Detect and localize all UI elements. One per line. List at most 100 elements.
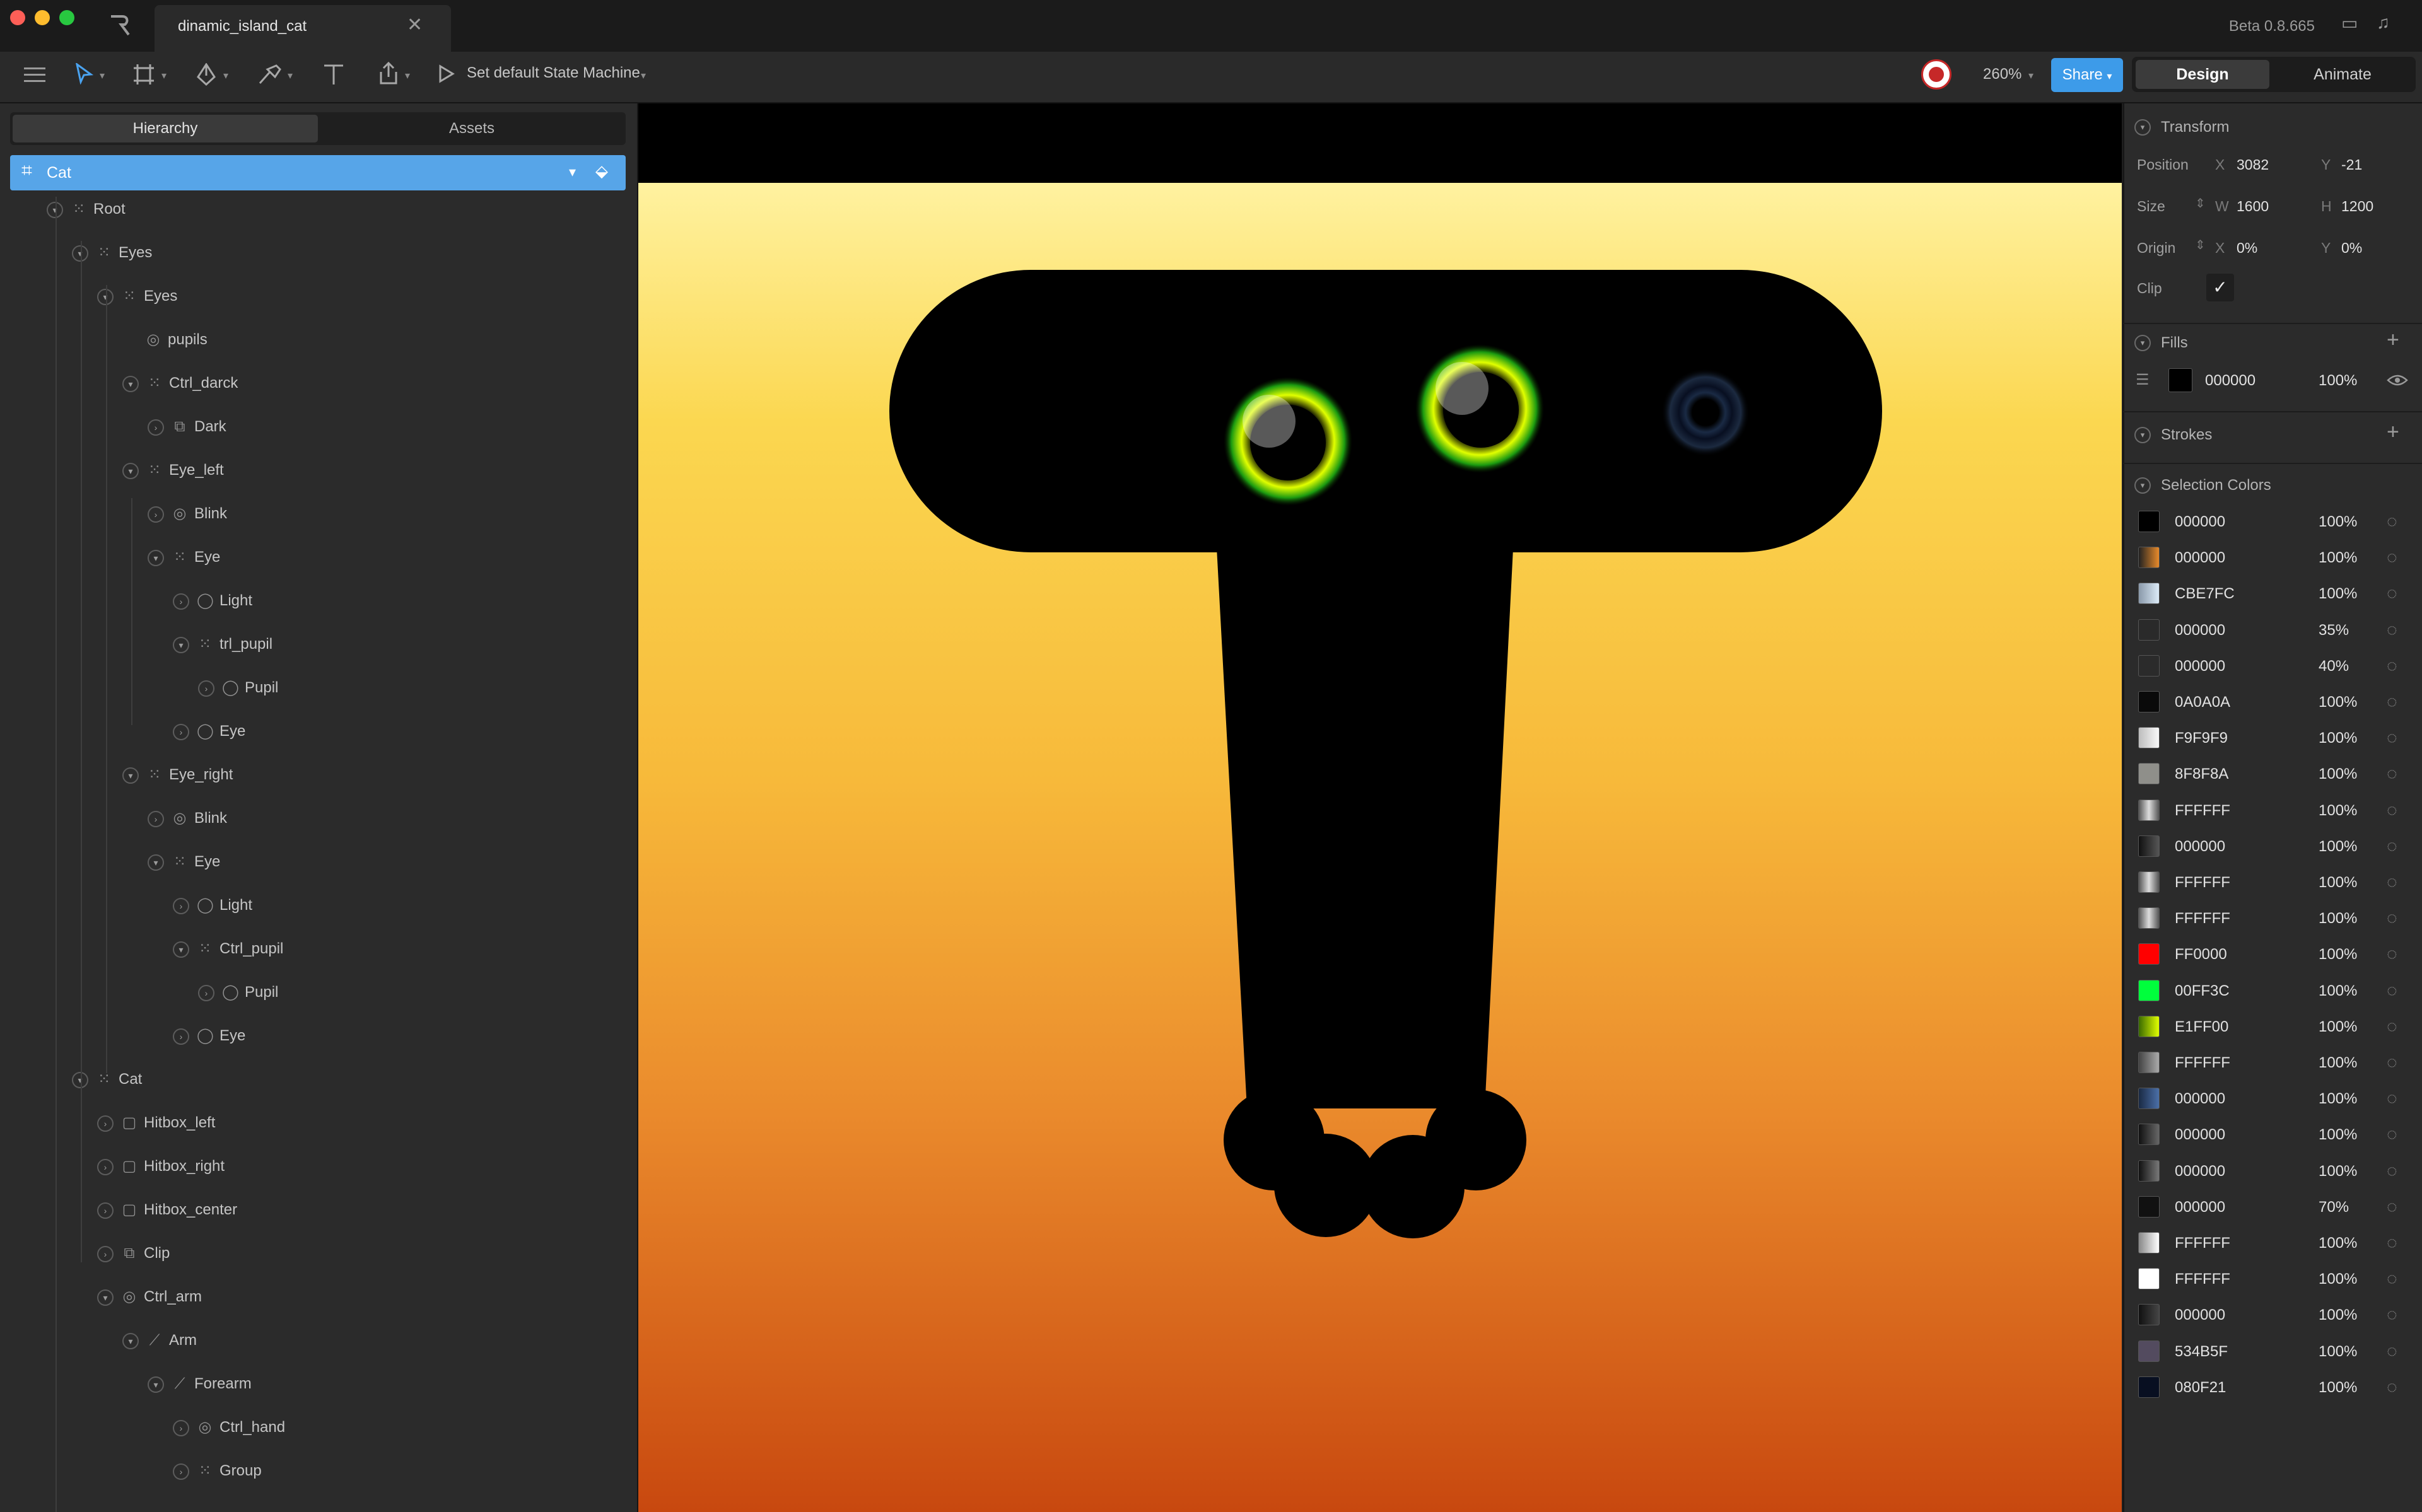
- color-swatch[interactable]: [2138, 1160, 2160, 1182]
- color-opacity[interactable]: 100%: [2319, 1306, 2357, 1324]
- selection-color-row[interactable]: FF0000 100% ◌: [2123, 936, 2422, 971]
- tab-hierarchy[interactable]: Hierarchy: [13, 115, 318, 142]
- color-opacity[interactable]: 100%: [2319, 910, 2357, 928]
- color-swatch[interactable]: [2138, 980, 2160, 1001]
- color-opacity[interactable]: 100%: [2319, 1235, 2357, 1252]
- select-color-target-icon[interactable]: ◌: [2387, 1088, 2397, 1108]
- cat-arm-shape[interactable]: [1216, 536, 1514, 1108]
- minimize-window-button[interactable]: [35, 10, 50, 25]
- close-window-button[interactable]: [10, 10, 25, 25]
- selection-color-row[interactable]: 0A0A0A 100% ◌: [2123, 683, 2422, 719]
- artboard-chevron-down-icon[interactable]: ▾: [569, 164, 576, 180]
- chevron-down-icon[interactable]: ▾: [97, 288, 114, 305]
- selection-color-row[interactable]: 000000 100% ◌: [2123, 1080, 2422, 1115]
- height-field[interactable]: 1200: [2341, 198, 2373, 215]
- color-hex[interactable]: 534B5F: [2175, 1343, 2228, 1361]
- color-swatch[interactable]: [2138, 619, 2160, 641]
- select-color-target-icon[interactable]: ◌: [2387, 1341, 2397, 1361]
- origin-x-field[interactable]: 0%: [2237, 240, 2257, 257]
- fills-collapse-icon[interactable]: ▾: [2134, 335, 2151, 351]
- chevron-right-icon[interactable]: ›: [198, 984, 214, 1001]
- chevron-down-icon[interactable]: ▾: [148, 1376, 164, 1393]
- select-color-target-icon[interactable]: ◌: [2387, 1161, 2397, 1181]
- share-button[interactable]: Share ▾: [2051, 58, 2123, 92]
- color-swatch[interactable]: [2138, 907, 2160, 929]
- color-opacity[interactable]: 100%: [2319, 1126, 2357, 1144]
- chevron-down-icon[interactable]: ▾: [72, 245, 88, 262]
- color-opacity[interactable]: 70%: [2319, 1199, 2349, 1216]
- chevron-right-icon[interactable]: ›: [97, 1245, 114, 1262]
- color-swatch[interactable]: [2138, 583, 2160, 604]
- fill-settings-icon[interactable]: ☰: [2136, 371, 2150, 389]
- artboard-tool-chevron-down-icon[interactable]: ▾: [161, 69, 167, 82]
- chevron-right-icon[interactable]: ›: [173, 593, 189, 610]
- color-hex[interactable]: 000000: [2175, 622, 2225, 639]
- select-color-target-icon[interactable]: ◌: [2387, 872, 2397, 892]
- select-color-target-icon[interactable]: ◌: [2387, 1052, 2397, 1073]
- selection-color-row[interactable]: E1FF00 100% ◌: [2123, 1008, 2422, 1044]
- color-hex[interactable]: 00FF3C: [2175, 982, 2230, 1000]
- color-opacity[interactable]: 100%: [2319, 1018, 2357, 1036]
- chevron-right-icon[interactable]: ›: [173, 723, 189, 740]
- selection-color-row[interactable]: FFFFFF 100% ◌: [2123, 1260, 2422, 1296]
- color-opacity[interactable]: 100%: [2319, 1271, 2357, 1288]
- tab-close-icon[interactable]: ✕: [407, 14, 423, 36]
- color-hex[interactable]: FFFFFF: [2175, 802, 2230, 820]
- color-hex[interactable]: E1FF00: [2175, 1018, 2228, 1036]
- position-x-field[interactable]: 3082: [2237, 156, 2269, 173]
- select-color-target-icon[interactable]: ◌: [2387, 728, 2397, 748]
- fill-swatch[interactable]: [2168, 368, 2192, 392]
- state-machine-selector[interactable]: Set default State Machine: [467, 64, 640, 82]
- color-swatch[interactable]: [2138, 727, 2160, 748]
- add-fill-button[interactable]: +: [2387, 328, 2399, 352]
- tree-row[interactable]: › ◯ Light: [173, 893, 252, 918]
- color-hex[interactable]: FFFFFF: [2175, 1235, 2230, 1252]
- tab-assets[interactable]: Assets: [319, 115, 624, 142]
- color-swatch[interactable]: [2138, 1088, 2160, 1109]
- tree-row[interactable]: › ▢ Hitbox_center: [97, 1197, 237, 1223]
- color-hex[interactable]: FF0000: [2175, 946, 2227, 963]
- feedback-icon[interactable]: ▭: [2341, 13, 2358, 33]
- color-swatch[interactable]: [2138, 763, 2160, 784]
- tree-row[interactable]: ▾ ⁙ trl_pupil: [173, 632, 272, 657]
- selection-color-row[interactable]: FFFFFF 100% ◌: [2123, 1224, 2422, 1260]
- color-opacity[interactable]: 100%: [2319, 513, 2357, 531]
- select-color-target-icon[interactable]: ◌: [2387, 980, 2397, 1001]
- select-color-target-icon[interactable]: ◌: [2387, 1305, 2397, 1325]
- chevron-down-icon[interactable]: ▾: [72, 1071, 88, 1088]
- chevron-down-icon[interactable]: ▾: [122, 767, 139, 784]
- animate-mode-tab[interactable]: Animate: [2273, 60, 2412, 89]
- rive-logo-icon[interactable]: [108, 14, 130, 37]
- export-tool-chevron-down-icon[interactable]: ▾: [405, 69, 410, 82]
- strokes-collapse-icon[interactable]: ▾: [2134, 427, 2151, 443]
- tree-row[interactable]: ▾ ⟋ Forearm: [148, 1371, 252, 1397]
- selection-color-row[interactable]: 534B5F 100% ◌: [2123, 1333, 2422, 1368]
- color-swatch[interactable]: [2138, 691, 2160, 712]
- color-opacity[interactable]: 100%: [2319, 1163, 2357, 1180]
- color-hex[interactable]: 000000: [2175, 513, 2225, 531]
- select-color-target-icon[interactable]: ◌: [2387, 1016, 2397, 1037]
- cat-artwork[interactable]: [638, 183, 2122, 1512]
- tree-row[interactable]: › ⧉ Clip: [97, 1241, 170, 1266]
- color-opacity[interactable]: 100%: [2319, 765, 2357, 783]
- width-field[interactable]: 1600: [2237, 198, 2269, 215]
- tree-row[interactable]: ▾ ⁙ Eye: [148, 849, 220, 875]
- color-swatch[interactable]: [2138, 943, 2160, 965]
- selection-color-row[interactable]: 00FF3C 100% ◌: [2123, 972, 2422, 1008]
- add-stroke-button[interactable]: +: [2387, 420, 2399, 445]
- zoom-chevron-down-icon[interactable]: ▾: [2028, 69, 2033, 82]
- selection-color-row[interactable]: 000000 100% ◌: [2123, 828, 2422, 863]
- tree-row[interactable]: ▾ ⁙ Root: [47, 197, 126, 222]
- select-color-target-icon[interactable]: ◌: [2387, 836, 2397, 856]
- color-opacity[interactable]: 100%: [2319, 549, 2357, 567]
- color-opacity[interactable]: 100%: [2319, 874, 2357, 892]
- tree-row[interactable]: › ▢ Hitbox_left: [97, 1110, 215, 1136]
- tree-row[interactable]: ▾ ⁙ Eye: [148, 545, 220, 570]
- bone-tool-icon[interactable]: [257, 63, 283, 86]
- selection-color-row[interactable]: CBE7FC 100% ◌: [2123, 575, 2422, 610]
- color-hex[interactable]: 000000: [2175, 1126, 2225, 1144]
- fill-hex[interactable]: 000000: [2205, 372, 2255, 390]
- color-swatch[interactable]: [2138, 1340, 2160, 1362]
- color-opacity[interactable]: 35%: [2319, 622, 2349, 639]
- select-color-target-icon[interactable]: ◌: [2387, 764, 2397, 784]
